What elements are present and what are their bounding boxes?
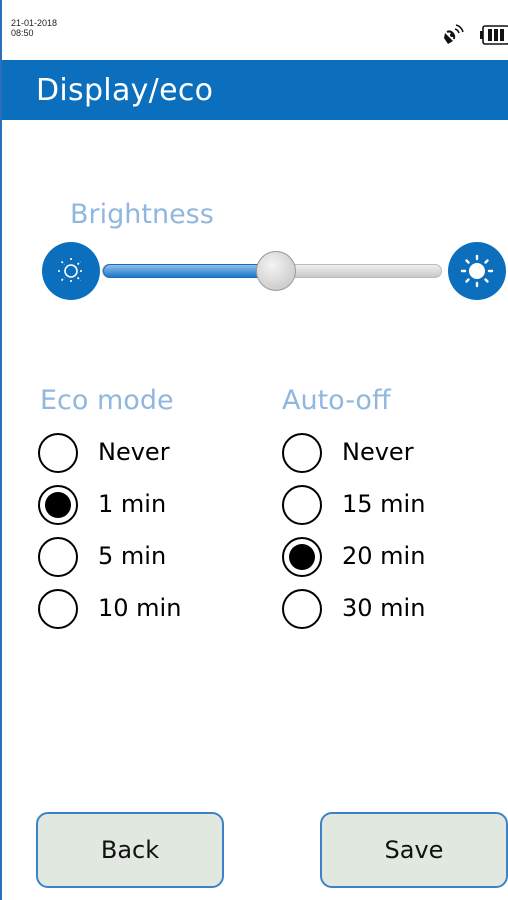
satellite-icon bbox=[444, 24, 464, 44]
option-label: 20 min bbox=[342, 542, 426, 570]
auto-off-option[interactable]: Never bbox=[282, 433, 462, 477]
radio-button[interactable] bbox=[282, 485, 322, 525]
option-label: 10 min bbox=[98, 594, 182, 622]
option-label: Never bbox=[342, 438, 414, 466]
sun-bright-icon[interactable] bbox=[448, 242, 506, 300]
sun-dim-icon[interactable] bbox=[42, 242, 100, 300]
slider-thumb[interactable] bbox=[256, 251, 296, 291]
brightness-label: Brightness bbox=[70, 199, 214, 230]
back-button[interactable]: Back bbox=[36, 812, 224, 888]
battery-icon bbox=[480, 25, 508, 45]
option-label: 5 min bbox=[98, 542, 167, 570]
auto-off-option[interactable]: 20 min bbox=[282, 537, 462, 581]
slider-fill bbox=[103, 264, 277, 278]
status-time: 08:50 bbox=[11, 28, 34, 38]
radio-button[interactable] bbox=[38, 433, 78, 473]
brightness-slider[interactable] bbox=[42, 242, 508, 302]
option-label: Never bbox=[98, 438, 170, 466]
radio-button[interactable] bbox=[38, 485, 78, 525]
radio-button[interactable] bbox=[282, 433, 322, 473]
page-title: Display/eco bbox=[36, 73, 214, 108]
screen-frame: 21-01-2018 08:50 Display/eco Brightness bbox=[0, 0, 508, 900]
option-label: 1 min bbox=[98, 490, 167, 518]
radio-button[interactable] bbox=[38, 537, 78, 577]
radio-button[interactable] bbox=[282, 589, 322, 629]
eco-mode-option[interactable]: 5 min bbox=[38, 537, 218, 581]
status-date: 21-01-2018 bbox=[11, 18, 58, 28]
option-label: 15 min bbox=[342, 490, 426, 518]
auto-off-option[interactable]: 15 min bbox=[282, 485, 462, 529]
save-button[interactable]: Save bbox=[320, 812, 508, 888]
radio-button[interactable] bbox=[38, 589, 78, 629]
option-label: 30 min bbox=[342, 594, 426, 622]
eco-mode-label: Eco mode bbox=[40, 385, 174, 416]
eco-mode-option[interactable]: Never bbox=[38, 433, 218, 477]
title-bar: Display/eco bbox=[2, 60, 508, 120]
radio-selected-dot bbox=[289, 544, 315, 570]
eco-mode-option[interactable]: 1 min bbox=[38, 485, 218, 529]
auto-off-option[interactable]: 30 min bbox=[282, 589, 462, 633]
eco-mode-option[interactable]: 10 min bbox=[38, 589, 218, 633]
radio-selected-dot bbox=[45, 492, 71, 518]
auto-off-label: Auto-off bbox=[282, 385, 391, 416]
status-bar: 21-01-2018 08:50 bbox=[2, 0, 508, 60]
radio-button[interactable] bbox=[282, 537, 322, 577]
